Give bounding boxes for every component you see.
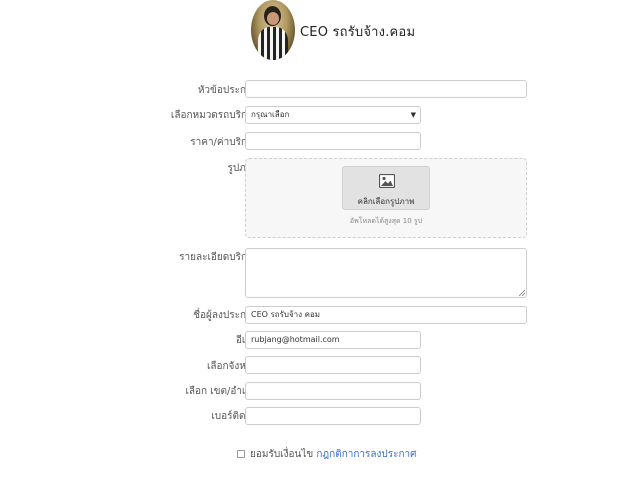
chevron-down-icon: ▼: [410, 111, 416, 119]
category-select[interactable]: กรุณาเลือก ▼: [245, 106, 421, 124]
image-dropzone[interactable]: คลิกเลือกรูปภาพ อัพโหลดได้สูงสุด 10 รูป: [245, 158, 527, 238]
details-textarea[interactable]: [245, 248, 527, 298]
terms-checkbox[interactable]: [237, 450, 245, 458]
terms-link[interactable]: กฎกติกาการลงประกาศ: [316, 449, 416, 460]
phone-input[interactable]: [245, 407, 421, 425]
profile-avatar: [251, 0, 295, 60]
terms-agreement: ยอมรับเงื่อนไข กฎกติกาการลงประกาศ: [237, 447, 417, 462]
poster-name-input[interactable]: CEO รถรับจ้าง คอม: [245, 306, 527, 324]
site-title: CEO รถรับจ้าง.คอม: [300, 25, 416, 40]
choose-image-label: คลิกเลือกรูปภาพ: [357, 197, 415, 206]
resize-handle[interactable]: [519, 290, 525, 296]
district-input[interactable]: [245, 382, 421, 400]
category-selected-value: กรุณาเลือก: [251, 110, 290, 119]
title-input[interactable]: [245, 80, 527, 98]
page-header: CEO รถรับจ้าง.คอม: [0, 0, 640, 62]
terms-prefix: ยอมรับเงื่อนไข: [250, 449, 314, 460]
email-input[interactable]: rubjang@hotmail.com: [245, 331, 421, 349]
image-icon: [379, 174, 395, 188]
choose-image-button[interactable]: คลิกเลือกรูปภาพ: [342, 166, 430, 210]
upload-limit-hint: อัพโหลดได้สูงสุด 10 รูป: [349, 217, 423, 225]
price-input[interactable]: [245, 132, 421, 150]
province-input[interactable]: [245, 356, 421, 374]
